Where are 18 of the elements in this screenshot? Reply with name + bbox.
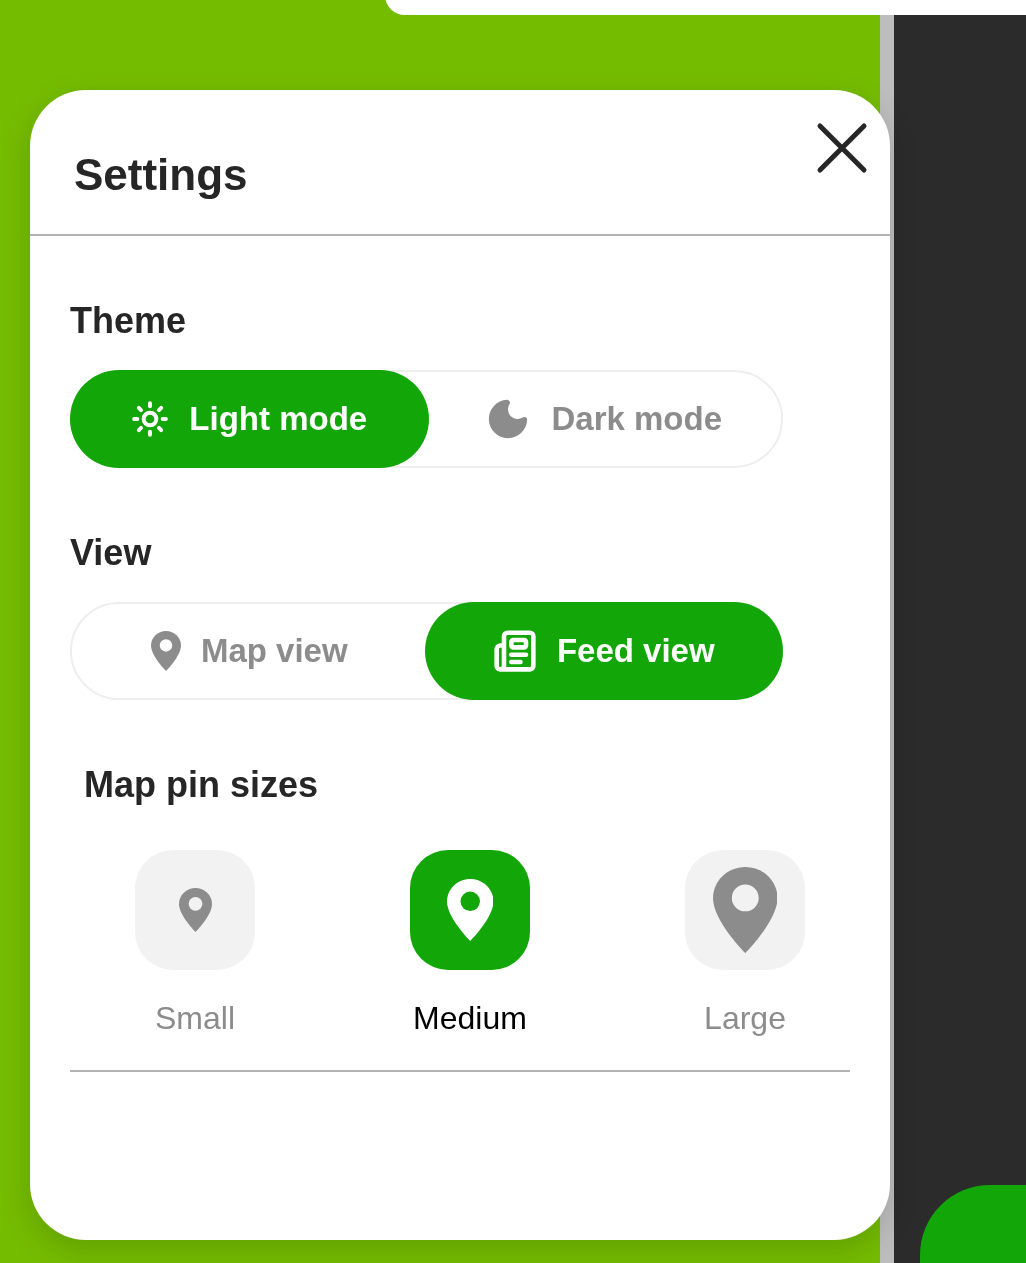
section-heading: Theme — [70, 299, 187, 343]
pin-size-label: Large — [704, 999, 786, 1038]
newspaper-icon — [492, 629, 537, 673]
pin-size-label: Small — [155, 999, 235, 1038]
section-heading: View — [70, 531, 152, 575]
map-pin-icon — [178, 888, 212, 932]
pin-size-button[interactable] — [410, 850, 530, 970]
map-pin-icon — [446, 879, 494, 941]
toggle-option[interactable]: Feed view — [424, 602, 783, 700]
map-pin-icon — [150, 631, 181, 671]
dialog-title: Settings — [74, 149, 248, 201]
toggle-option[interactable]: Light mode — [70, 370, 429, 468]
pin-size-button[interactable] — [135, 850, 255, 970]
sun-icon — [131, 400, 170, 438]
map-pin-icon — [712, 867, 778, 953]
pin-size-button[interactable] — [685, 850, 805, 970]
section-heading: Map pin sizes — [84, 763, 319, 807]
pin-size-label: Medium — [413, 999, 527, 1038]
